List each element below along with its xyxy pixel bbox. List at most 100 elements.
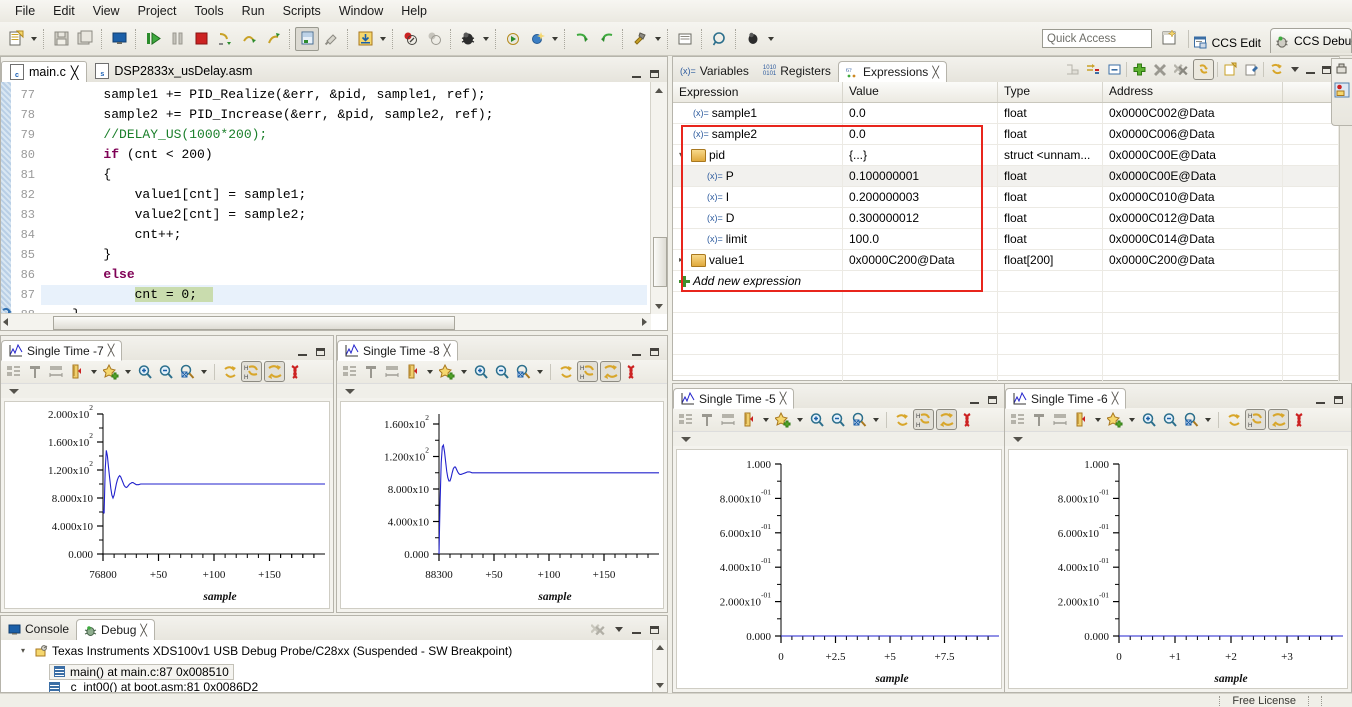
suspend-icon[interactable] bbox=[165, 27, 189, 51]
step-over-icon[interactable] bbox=[237, 27, 261, 51]
cell-expression[interactable]: (x)= D bbox=[673, 208, 843, 228]
refresh-mode-icon[interactable] bbox=[1193, 59, 1214, 80]
code-line[interactable]: value2[cnt] = sample2; bbox=[41, 205, 647, 225]
code-line[interactable]: //DELAY_US(1000*200); bbox=[41, 125, 647, 145]
continuous-refresh-icon[interactable] bbox=[1268, 409, 1289, 430]
close-icon[interactable]: ╳ bbox=[140, 624, 147, 637]
show-details-icon[interactable] bbox=[1084, 61, 1102, 79]
new-file-icon[interactable] bbox=[4, 27, 28, 51]
clear-icon[interactable] bbox=[1291, 410, 1310, 429]
debug-tree-row-frame[interactable]: main() at main.c:87 0x008510 bbox=[1, 661, 667, 682]
graph-tab[interactable]: Single Time -8 ╳ bbox=[337, 340, 459, 361]
expand-twisty-icon[interactable]: ▸ bbox=[679, 250, 688, 270]
back-icon[interactable] bbox=[594, 27, 618, 51]
save-all-icon[interactable] bbox=[73, 27, 97, 51]
table-row[interactable]: (x)= D 0.300000012 float 0x0000C012@Data bbox=[673, 208, 1339, 229]
data-marker-icon[interactable] bbox=[403, 362, 422, 381]
scrollbar-thumb[interactable] bbox=[653, 237, 667, 287]
remove-all-icon[interactable] bbox=[1172, 61, 1190, 79]
clear-icon[interactable] bbox=[623, 362, 642, 381]
data-marker-icon[interactable] bbox=[1071, 410, 1090, 429]
menu-item-window[interactable]: Window bbox=[330, 2, 392, 20]
editor-tab-asm[interactable]: s DSP2833x_usDelay.asm bbox=[87, 60, 260, 82]
zoom-fit-icon[interactable] bbox=[849, 410, 868, 429]
remove-expression-icon[interactable] bbox=[1151, 61, 1169, 79]
add-reference-icon[interactable] bbox=[1105, 410, 1124, 429]
cell-expression[interactable]: (x)= limit bbox=[673, 229, 843, 249]
view-menu-icon[interactable] bbox=[612, 623, 625, 636]
chevron-down-icon[interactable] bbox=[1126, 409, 1137, 431]
maximize-icon[interactable] bbox=[1332, 393, 1345, 406]
chevron-down-icon[interactable] bbox=[794, 409, 805, 431]
cell-expression[interactable]: ▾ pid bbox=[673, 145, 843, 165]
refresh-icon[interactable] bbox=[892, 410, 911, 429]
table-row[interactable]: (x)= sample1 0.0 float 0x0000C002@Data bbox=[673, 103, 1339, 124]
expand-twisty-icon[interactable]: ▾ bbox=[21, 646, 30, 655]
reload-icon[interactable] bbox=[1267, 61, 1285, 79]
stack-frame-selected[interactable]: main() at main.c:87 0x008510 bbox=[49, 663, 234, 680]
chevron-down-icon[interactable] bbox=[88, 361, 99, 383]
debug-vertical-scrollbar[interactable] bbox=[652, 640, 667, 692]
cell-expression[interactable]: (x)= P bbox=[673, 166, 843, 186]
perspective-ccs-edit[interactable]: CCS Edit bbox=[1189, 31, 1268, 54]
graph-tab[interactable]: Single Time -5 ╳ bbox=[673, 388, 795, 409]
cell-expression[interactable]: ▸ value1 bbox=[673, 250, 843, 270]
align-center-icon[interactable] bbox=[1029, 410, 1048, 429]
chevron-down-icon[interactable] bbox=[377, 28, 388, 50]
refresh-icon[interactable] bbox=[220, 362, 239, 381]
graph-toolbar-overflow[interactable] bbox=[1, 384, 333, 398]
code-line[interactable]: cnt++; bbox=[41, 225, 647, 245]
instruction-stepping-icon[interactable] bbox=[295, 26, 319, 51]
hold-horizontal-icon[interactable]: HH bbox=[577, 361, 598, 382]
graph-toolbar-overflow[interactable] bbox=[337, 384, 667, 398]
add-reference-icon[interactable] bbox=[437, 362, 456, 381]
align-center-icon[interactable] bbox=[697, 410, 716, 429]
add-icon[interactable] bbox=[679, 275, 690, 287]
chevron-down-icon[interactable] bbox=[1092, 409, 1103, 431]
close-icon[interactable]: ╳ bbox=[108, 344, 115, 357]
align-fit-icon[interactable] bbox=[718, 410, 737, 429]
graph-plot-area[interactable]: 0.000 4.000x10 8.000x10 1.200x102 1.600x102 2… bbox=[4, 401, 330, 609]
cell-expression[interactable]: (x)= I bbox=[673, 187, 843, 207]
minimize-icon[interactable] bbox=[1304, 63, 1317, 76]
menu-item-file[interactable]: File bbox=[6, 2, 44, 20]
code-line[interactable]: cnt = 0; bbox=[41, 285, 647, 305]
graph-plot-area[interactable]: 0.000 4.000x10 8.000x10 1.200x102 1.600x102 … bbox=[340, 401, 664, 609]
minimize-icon[interactable] bbox=[968, 393, 981, 406]
chevron-down-icon[interactable] bbox=[765, 28, 776, 50]
align-fit-icon[interactable] bbox=[382, 362, 401, 381]
edit-watch-icon[interactable] bbox=[1242, 61, 1260, 79]
cell-value[interactable]: 0.0 bbox=[843, 124, 998, 144]
build-hammer-icon[interactable] bbox=[628, 27, 652, 51]
close-icon[interactable]: ╳ bbox=[71, 65, 79, 80]
expand-twisty-icon[interactable]: ▾ bbox=[679, 145, 688, 165]
breakpoints-view-icon[interactable] bbox=[1332, 79, 1352, 101]
maximize-icon[interactable] bbox=[648, 623, 661, 636]
scrollbar-thumb[interactable] bbox=[53, 316, 455, 330]
zoom-in-icon[interactable] bbox=[471, 362, 490, 381]
maximize-icon[interactable] bbox=[314, 345, 327, 358]
close-icon[interactable]: ╳ bbox=[444, 344, 451, 357]
console-icon[interactable] bbox=[107, 27, 131, 51]
minimize-icon[interactable] bbox=[1314, 393, 1327, 406]
zoom-fit-icon[interactable] bbox=[513, 362, 532, 381]
cell-expression[interactable]: (x)= sample2 bbox=[673, 124, 843, 144]
cell-value[interactable]: 0x0000C200@Data bbox=[843, 250, 998, 270]
graph-tab[interactable]: Single Time -6 ╳ bbox=[1005, 388, 1127, 409]
perspective-ccs-debug[interactable]: CCS Debug bbox=[1270, 28, 1352, 53]
clear-icon[interactable] bbox=[287, 362, 306, 381]
scroll-up-icon[interactable] bbox=[653, 640, 667, 654]
scroll-up-icon[interactable] bbox=[651, 82, 667, 98]
run-icon[interactable] bbox=[501, 27, 525, 51]
tab-expressions[interactable]: 6? Expressions ╳ bbox=[837, 61, 947, 83]
remove-terminated-icon[interactable] bbox=[590, 621, 607, 638]
cell-expression[interactable]: Add new expression bbox=[673, 271, 843, 291]
new-watch-icon[interactable] bbox=[1221, 61, 1239, 79]
continuous-refresh-icon[interactable] bbox=[936, 409, 957, 430]
data-marker-icon[interactable] bbox=[739, 410, 758, 429]
code-line[interactable]: sample2 += PID_Increase(&err, &pid, samp… bbox=[41, 105, 647, 125]
minimize-icon[interactable] bbox=[630, 67, 643, 80]
tab-registers[interactable]: 1010 0101 Registers bbox=[756, 60, 838, 82]
graph-plot-area[interactable]: 0.000 2.000x10-01 4.000x10-01 6.000x10-01 8.… bbox=[676, 449, 1002, 689]
graph-toolbar-overflow[interactable] bbox=[1005, 432, 1351, 446]
